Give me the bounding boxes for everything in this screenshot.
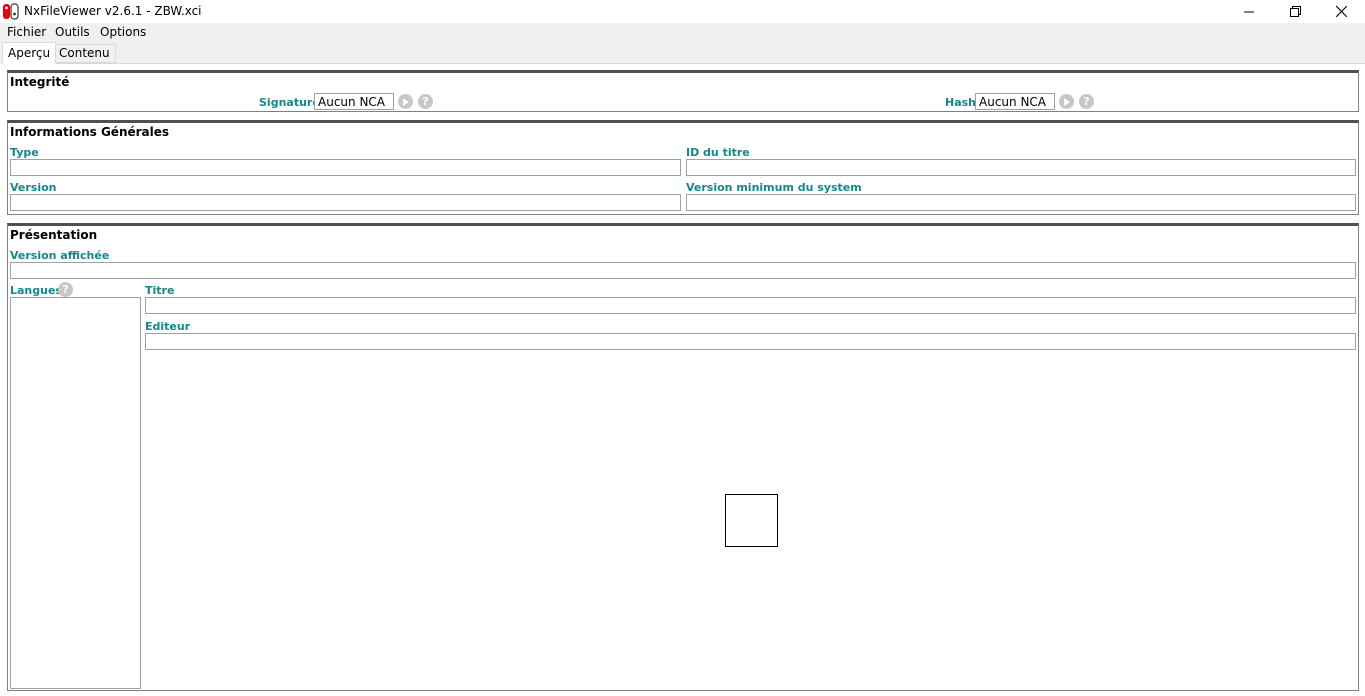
restore-button[interactable] — [1272, 0, 1318, 23]
min-system-version-field[interactable] — [686, 194, 1356, 211]
languages-list[interactable] — [10, 297, 141, 689]
menu-outils[interactable]: Outils — [55, 25, 90, 39]
display-version-label: Version affichée — [10, 249, 110, 262]
type-field[interactable] — [10, 159, 681, 176]
titre-field[interactable] — [145, 297, 1356, 314]
menu-fichier[interactable]: Fichier — [7, 25, 46, 39]
integrity-title: Integrité — [10, 75, 70, 89]
play-icon — [403, 97, 409, 106]
tab-apercu[interactable]: Aperçu — [2, 42, 57, 64]
type-label: Type — [10, 146, 39, 159]
close-button[interactable] — [1318, 0, 1364, 23]
integrity-group: Integrité Signature: Aucun NCA ? Hash: A… — [7, 70, 1359, 112]
signature-field[interactable]: Aucun NCA — [314, 93, 394, 110]
general-info-group: Informations Générales Type ID du titre … — [7, 120, 1359, 215]
display-version-field[interactable] — [10, 262, 1356, 279]
version-label: Version — [10, 181, 57, 194]
signature-help-icon[interactable]: ? — [418, 94, 433, 109]
version-field[interactable] — [10, 194, 681, 211]
tab-divider — [0, 63, 1365, 64]
hash-verify-button[interactable] — [1059, 94, 1074, 109]
tab-contenu[interactable]: Contenu — [53, 44, 116, 63]
signature-verify-button[interactable] — [398, 94, 413, 109]
minimize-icon — [1244, 11, 1254, 12]
game-icon-image — [725, 494, 778, 547]
hash-help-icon[interactable]: ? — [1079, 94, 1094, 109]
presentation-title: Présentation — [10, 228, 98, 242]
hash-field[interactable]: Aucun NCA — [975, 93, 1055, 110]
general-info-title: Informations Générales — [10, 125, 170, 139]
menu-options[interactable]: Options — [100, 25, 146, 39]
nintendo-switch-icon — [3, 3, 19, 20]
title-bar: NxFileViewer v2.6.1 - ZBW.xci — [0, 0, 1365, 23]
editeur-field[interactable] — [145, 333, 1356, 350]
presentation-group: Présentation Version affichée Langues ? … — [7, 223, 1359, 691]
titre-label: Titre — [145, 284, 175, 297]
tab-strip — [0, 42, 1365, 64]
window-title: NxFileViewer v2.6.1 - ZBW.xci — [24, 4, 202, 18]
title-id-field[interactable] — [686, 159, 1356, 176]
min-system-version-label: Version minimum du system — [686, 181, 862, 194]
minimize-button[interactable] — [1226, 0, 1272, 23]
menu-bar: Fichier Outils Options — [0, 23, 1365, 42]
languages-label: Langues — [10, 284, 62, 297]
editeur-label: Editeur — [145, 320, 191, 333]
close-icon — [1335, 6, 1347, 17]
title-id-label: ID du titre — [686, 146, 750, 159]
play-icon — [1064, 97, 1070, 106]
languages-help-icon[interactable]: ? — [58, 282, 73, 297]
restore-icon — [1289, 6, 1301, 17]
